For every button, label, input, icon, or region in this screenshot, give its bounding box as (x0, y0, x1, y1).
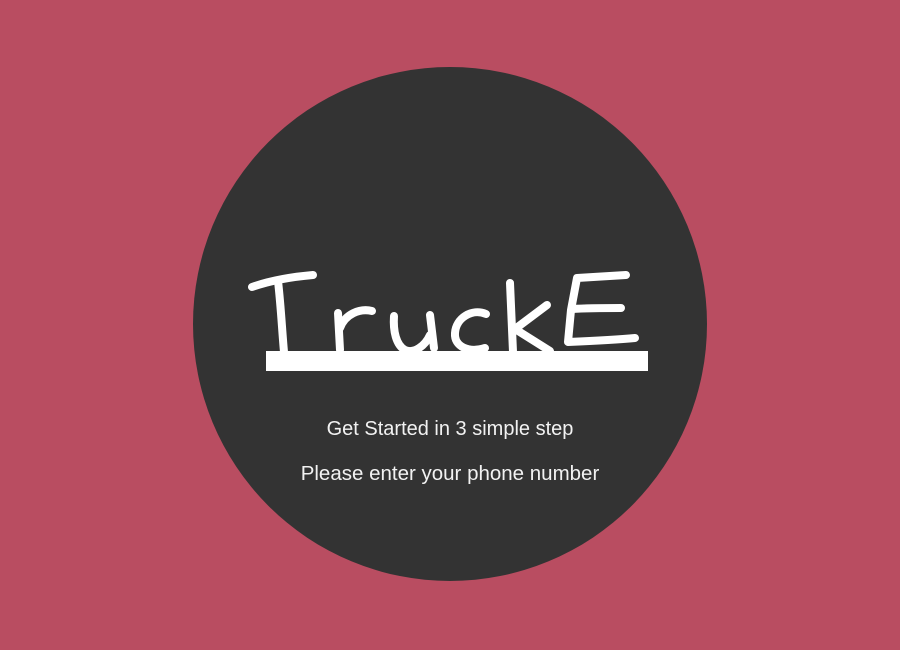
trucke-logo (244, 262, 654, 382)
get-started-text: Get Started in 3 simple step (326, 418, 574, 440)
phone-instruction-text: Please enter your phone number (300, 462, 600, 485)
trucke-logo-mark (248, 271, 648, 371)
